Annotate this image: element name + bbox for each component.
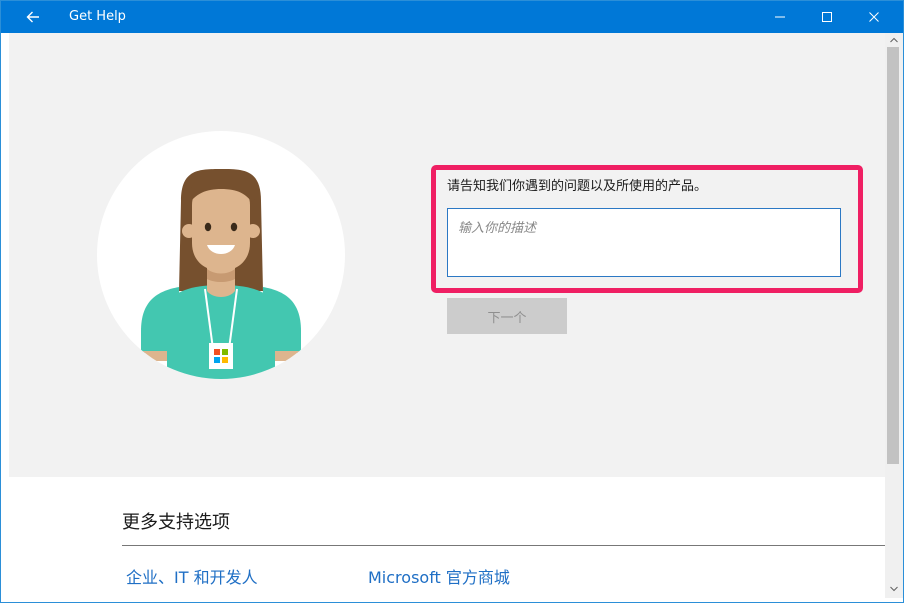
scroll-down-button[interactable] bbox=[885, 582, 903, 596]
close-icon bbox=[869, 12, 879, 22]
support-section-title: 更多支持选项 bbox=[122, 512, 230, 533]
chevron-down-icon bbox=[890, 586, 898, 592]
maximize-button[interactable] bbox=[804, 1, 850, 33]
scroll-up-button[interactable] bbox=[885, 33, 903, 47]
support-agent-illustration bbox=[141, 169, 301, 379]
help-hero-panel: 请告知我们你遇到的问题以及所使用的产品。 下一个 bbox=[9, 33, 885, 477]
close-button[interactable] bbox=[851, 1, 897, 33]
next-button[interactable]: 下一个 bbox=[447, 298, 567, 334]
app-title: Get Help bbox=[69, 9, 126, 24]
minimize-button[interactable] bbox=[757, 1, 803, 33]
problem-prompt: 请告知我们你遇到的问题以及所使用的产品。 bbox=[447, 179, 708, 194]
support-agent-avatar bbox=[97, 131, 345, 379]
enterprise-it-developer-link[interactable]: 企业、IT 和开发人 bbox=[126, 567, 258, 589]
minimize-icon bbox=[775, 16, 785, 18]
support-divider bbox=[122, 545, 885, 546]
chevron-up-icon bbox=[890, 37, 898, 43]
arrow-left-icon bbox=[26, 11, 39, 23]
get-help-window: Get Help 请告知我们你遇到的问题以及所使用的产品。 输入你的描述 下一个… bbox=[0, 0, 904, 603]
microsoft-store-link[interactable]: Microsoft 官方商城 bbox=[368, 567, 510, 589]
maximize-icon bbox=[822, 12, 832, 22]
vertical-scrollbar[interactable] bbox=[885, 33, 903, 598]
back-button[interactable] bbox=[11, 1, 55, 33]
more-support-section: 更多支持选项 企业、IT 和开发人 Microsoft 官方商城 bbox=[9, 477, 885, 597]
scroll-thumb[interactable] bbox=[887, 47, 899, 464]
description-input[interactable] bbox=[447, 208, 841, 277]
title-bar: Get Help bbox=[1, 1, 903, 33]
